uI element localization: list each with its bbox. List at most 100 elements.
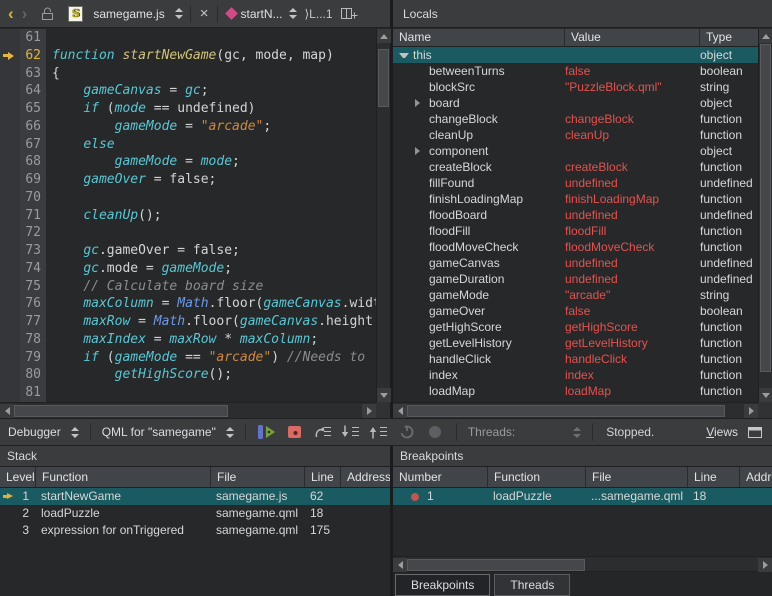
record-log-button[interactable] [423,422,447,442]
expander-open-icon[interactable] [399,53,409,58]
breakpoint-margin[interactable] [0,171,20,189]
locals-row[interactable]: cleanUpcleanUpfunction [393,127,758,143]
scroll-left-button[interactable] [393,404,407,418]
tab-threads[interactable]: Threads [494,574,570,596]
column-header[interactable]: Function [488,467,586,487]
views-menu-button[interactable]: Views [706,425,738,439]
breakpoint-margin[interactable] [0,82,20,100]
breakpoint-margin[interactable] [0,260,20,278]
line-number[interactable]: 77 [20,313,46,331]
locals-row[interactable]: floodMoveCheckfloodMoveCheckfunction [393,239,758,255]
step-into-button[interactable] [339,422,363,442]
forward-button[interactable]: › [18,1,32,27]
symbol-selector[interactable]: startN... [240,7,282,21]
breakpoint-margin[interactable] [0,384,20,402]
breakpoint-margin[interactable] [0,224,20,242]
locals-row[interactable]: gameDurationundefinedundefined [393,271,758,287]
locals-row[interactable]: getHighScoregetHighScorefunction [393,319,758,335]
open-file-name[interactable]: samegame.js [93,7,164,21]
line-number[interactable]: 72 [20,224,46,242]
breakpoint-margin[interactable] [0,331,20,349]
breakpoint-margin[interactable] [0,242,20,260]
split-editor-button[interactable] [341,7,358,21]
locals-row[interactable]: componentobject [393,143,758,159]
threads-combo[interactable]: Threads: [464,425,585,439]
line-number[interactable]: 63 [20,65,46,83]
column-header[interactable]: Address [740,467,772,487]
locals-row[interactable]: gameCanvasundefinedundefined [393,255,758,271]
scroll-down-button[interactable] [759,388,772,402]
debugger-engine-combo[interactable]: Debugger [4,425,83,439]
locals-row[interactable]: betweenTurnsfalseboolean [393,63,758,79]
breakpoint-margin[interactable] [0,118,20,136]
column-header[interactable]: Type [700,29,758,46]
line-number[interactable]: 76 [20,295,46,313]
line-number[interactable]: 61 [20,29,46,47]
breakpoint-margin[interactable] [0,47,20,65]
stack-frame-row[interactable]: 2loadPuzzlesamegame.qml18 [0,505,390,522]
scroll-right-button[interactable] [362,404,376,418]
locals-row[interactable]: floodBoardundefinedundefined [393,207,758,223]
debug-target-combo[interactable]: QML for "samegame" [98,425,238,439]
line-number[interactable]: 73 [20,242,46,260]
scroll-up-button[interactable] [759,29,772,43]
scroll-down-button[interactable] [377,388,391,402]
line-number[interactable]: 62 [20,47,46,65]
scrollbar-thumb[interactable] [378,49,389,107]
breakpoint-margin[interactable] [0,29,20,47]
locals-row[interactable]: boardobject [393,95,758,111]
expander-closed-icon[interactable] [415,99,420,107]
line-number[interactable]: 70 [20,189,46,207]
line-number[interactable]: 64 [20,82,46,100]
locals-row[interactable]: blockSrc"PuzzleBlock.qml"string [393,79,758,95]
column-header[interactable]: Line [305,467,341,487]
breakpoint-margin[interactable] [0,100,20,118]
locals-row[interactable]: gameMode"arcade"string [393,287,758,303]
breakpoint-margin[interactable] [0,207,20,225]
file-combo-arrows-icon[interactable] [175,8,183,19]
line-number[interactable]: 75 [20,278,46,296]
breakpoint-margin[interactable] [0,65,20,83]
locals-row[interactable]: getLevelHistorygetLevelHistoryfunction [393,335,758,351]
locals-row[interactable]: finishLoadingMapfinishLoadingMapfunction [393,191,758,207]
breakpoints-horizontal-scrollbar[interactable] [393,556,772,572]
expander-closed-icon[interactable] [415,147,420,155]
line-number[interactable]: 78 [20,331,46,349]
column-header[interactable]: Line [688,467,740,487]
line-number[interactable]: 81 [20,384,46,402]
scroll-up-button[interactable] [377,29,391,43]
stop-debug-button[interactable] [283,422,307,442]
breakpoint-margin[interactable] [0,349,20,367]
continue-debug-button[interactable] [255,422,279,442]
breakpoint-margin[interactable] [0,313,20,331]
column-header[interactable]: File [586,467,688,487]
views-menu-icon[interactable] [748,427,762,438]
locals-row[interactable]: changeBlockchangeBlockfunction [393,111,758,127]
breakpoint-margin[interactable] [0,153,20,171]
scrollbar-thumb[interactable] [14,405,228,417]
scroll-left-button[interactable] [0,404,14,418]
column-header[interactable]: Function [36,467,211,487]
line-number[interactable]: 69 [20,171,46,189]
breakpoint-row[interactable]: 1loadPuzzle...samegame.qml18 [393,488,772,505]
breakpoint-margin[interactable] [0,189,20,207]
locals-row[interactable]: createBlockcreateBlockfunction [393,159,758,175]
scroll-left-button[interactable] [393,558,407,572]
locals-horizontal-scrollbar[interactable] [393,402,758,418]
code-area[interactable]: 6162function startNewGame(gc, mode, map)… [0,29,376,402]
step-out-button[interactable] [367,422,391,442]
close-document-button[interactable]: × [198,5,211,22]
locals-vertical-scrollbar[interactable] [758,29,772,402]
scrollbar-thumb[interactable] [760,44,771,372]
column-header[interactable]: Name [393,29,565,46]
locals-row[interactable]: thisobject [393,47,758,63]
line-number[interactable]: 65 [20,100,46,118]
editor-vertical-scrollbar[interactable] [376,29,390,402]
locals-row[interactable]: gameOverfalseboolean [393,303,758,319]
line-number[interactable]: 74 [20,260,46,278]
column-header[interactable]: Value [565,29,700,46]
locals-row[interactable]: indexindexfunction [393,367,758,383]
breakpoint-margin[interactable] [0,136,20,154]
editor-horizontal-scrollbar[interactable] [0,402,376,418]
line-number[interactable]: 67 [20,136,46,154]
